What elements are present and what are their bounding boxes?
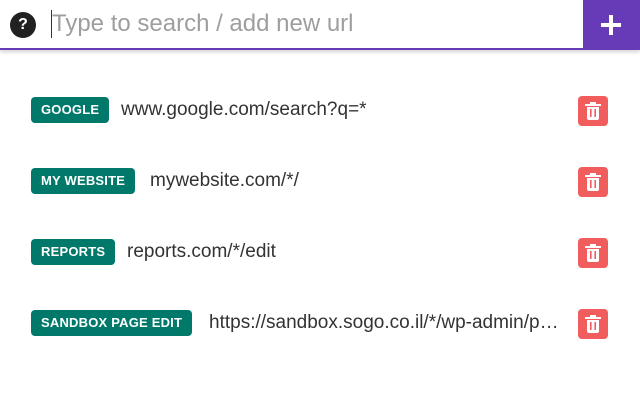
trash-icon [585,315,601,333]
top-bar: ? [0,0,640,50]
trash-icon [585,173,601,191]
delete-button[interactable] [578,167,608,197]
rule-url[interactable]: reports.com/*/edit [127,240,557,264]
rule-url[interactable]: mywebsite.com/*/ [150,169,560,193]
delete-button[interactable] [578,309,608,339]
tag-badge[interactable]: MY WEBSITE [31,168,136,194]
help-icon[interactable]: ? [10,12,36,38]
text-cursor [51,10,52,38]
list-item: SANDBOX PAGE EDIT https://sandbox.sogo.c… [0,288,640,359]
tag-badge[interactable]: SANDBOX PAGE EDIT [31,310,193,336]
rule-url[interactable]: https://sandbox.sogo.co.il/*/wp-admin/po… [209,311,561,335]
rule-url[interactable]: www.google.com/search?q=* [121,98,561,122]
delete-button[interactable] [578,238,608,268]
add-url-button[interactable] [583,0,640,50]
trash-icon [585,102,601,120]
tag-badge[interactable]: REPORTS [31,239,116,265]
list-item: REPORTS reports.com/*/edit [0,217,640,288]
list-item: MY WEBSITE mywebsite.com/*/ [0,146,640,217]
search-input[interactable] [50,6,577,42]
plus-icon [601,15,621,35]
trash-icon [585,244,601,262]
delete-button[interactable] [578,96,608,126]
rule-list: GOOGLE www.google.com/search?q=* MY WEBS… [0,75,640,359]
list-item: GOOGLE www.google.com/search?q=* [0,75,640,146]
search-bar: ? [0,0,583,50]
tag-badge[interactable]: GOOGLE [31,97,110,123]
